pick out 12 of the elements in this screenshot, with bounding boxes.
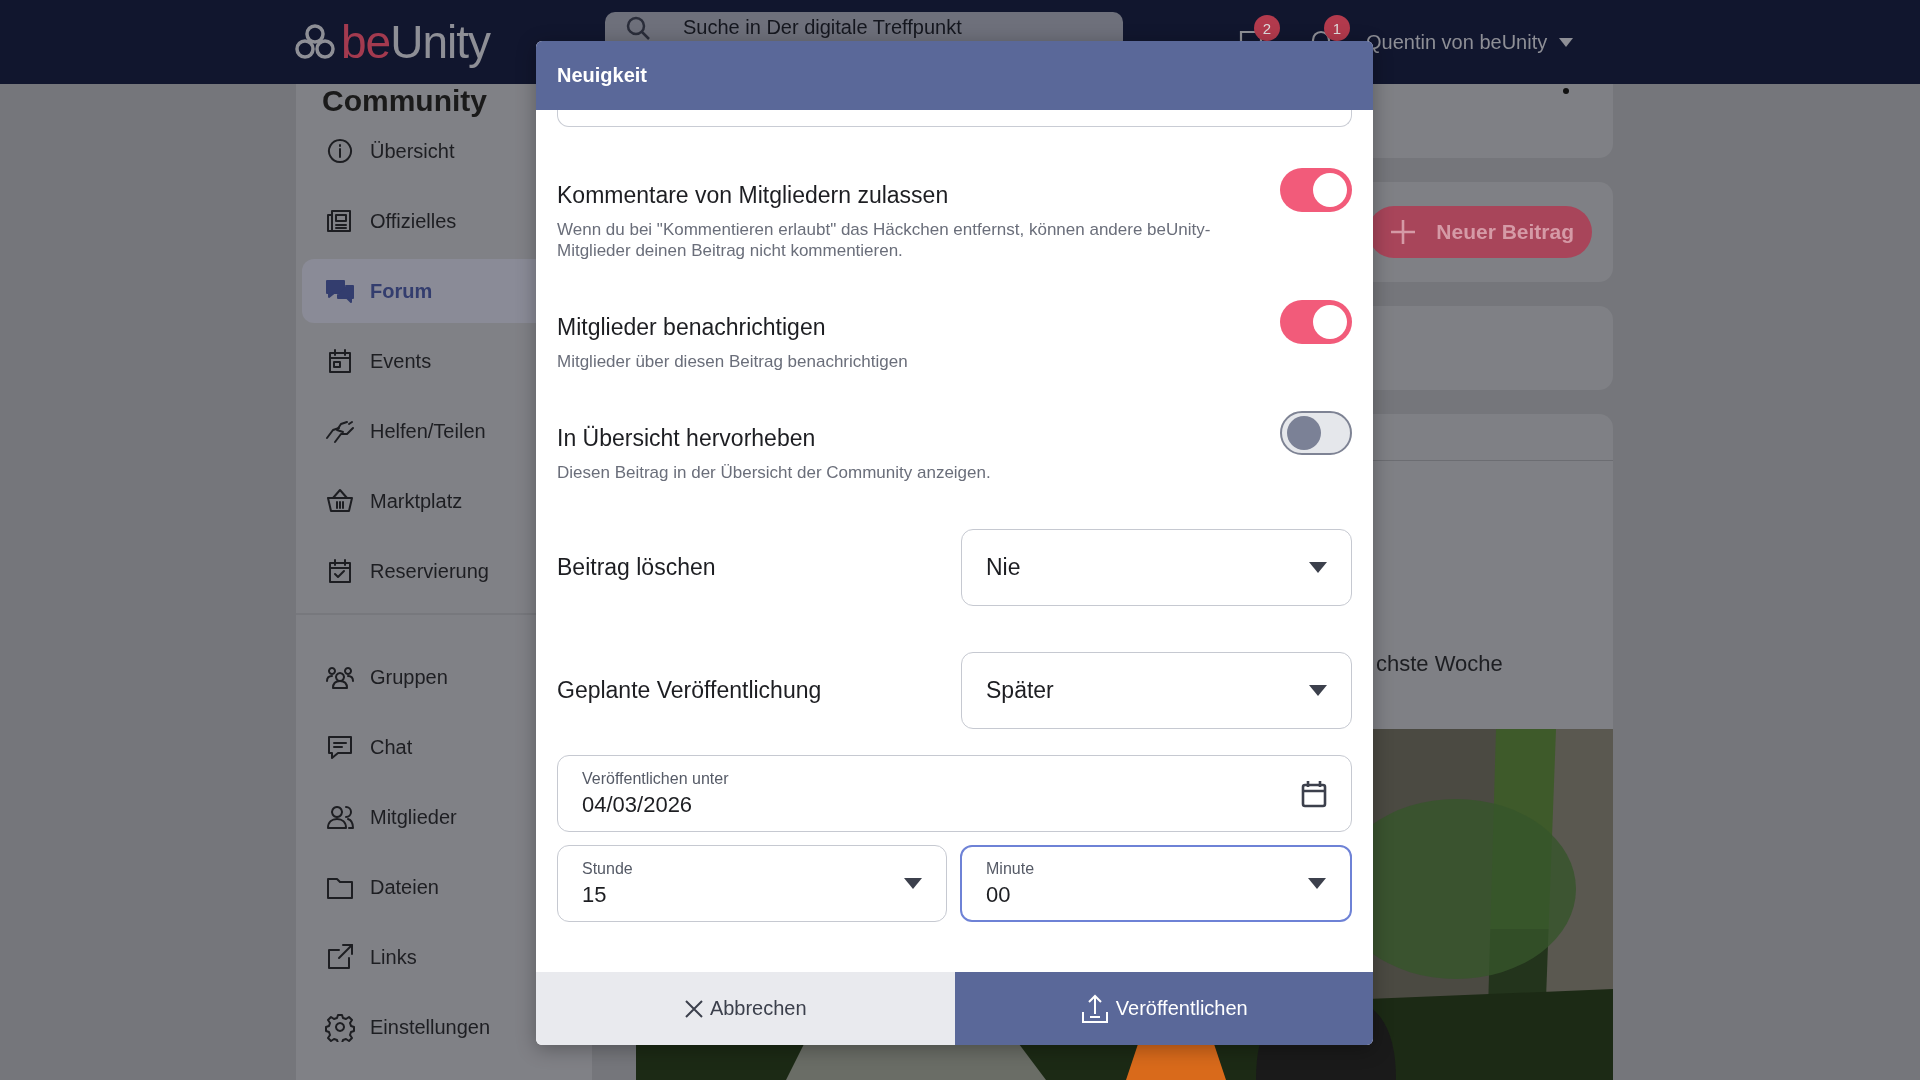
setting-description: Mitglieder über diesen Beitrag benachrichtigen xyxy=(557,351,909,372)
post-text: chste Woche xyxy=(1376,651,1504,677)
setting-label: In Übersicht hervorheben xyxy=(557,425,817,452)
setting-label: Kommentare von Mitgliedern zulassen xyxy=(557,182,950,209)
field-label: Geplante Veröffentlichung xyxy=(557,677,822,704)
field-label: Beitrag löschen xyxy=(557,554,716,581)
setting-description: Diesen Beitrag in der Übersicht der Community anzeigen. xyxy=(557,462,992,483)
sidebar-title: Community xyxy=(321,84,488,119)
notification-badge: 2 xyxy=(1254,15,1280,41)
notification-badge: 1 xyxy=(1324,15,1350,41)
setting-description: Wenn du bei "Kommentieren erlaubt" das Häckchen entfernst, können andere beUnity-Mitglieder deinen Beitrag nicht kommentieren. xyxy=(557,219,1212,261)
dialog-title: Neuigkeit xyxy=(557,64,648,87)
